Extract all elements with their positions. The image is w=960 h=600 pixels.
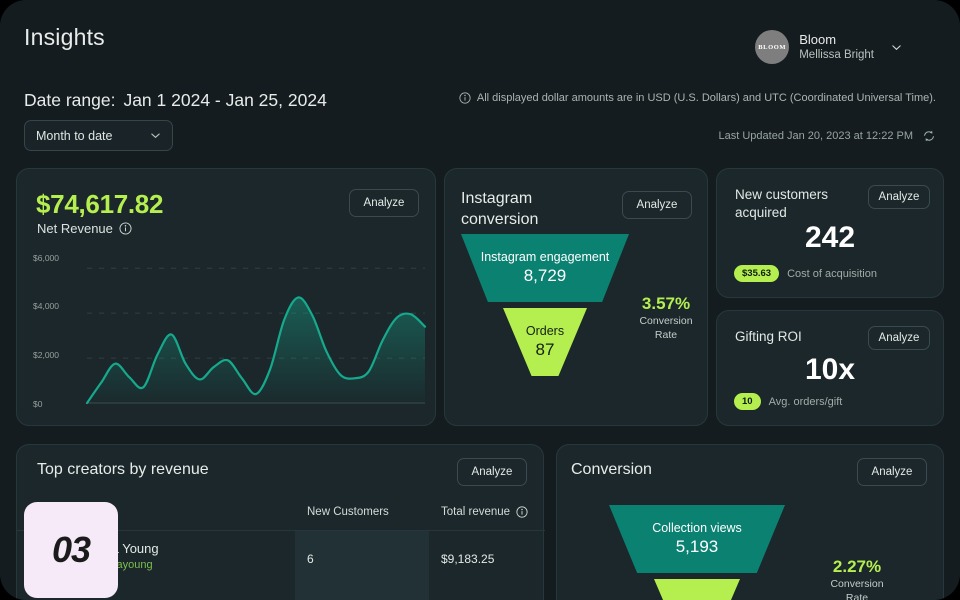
gifting-roi-value: 10x (804, 353, 856, 386)
info-icon[interactable] (516, 506, 528, 518)
cost-of-acquisition-label: Cost of acquisition (787, 267, 877, 280)
insights-dashboard: Insights BLOOM Bloom Mellissa Bright Dat… (0, 0, 960, 600)
conversion-rate-value: 3.57% (641, 294, 691, 313)
net-revenue-amount: $74,617.82 (36, 189, 164, 219)
new-customers-title: New customers acquired (735, 187, 829, 220)
conversion-rate-label-2: Rate (654, 328, 678, 341)
date-range-label: Date range: (24, 90, 116, 110)
avg-orders-per-gift-label: Avg. orders/gift (768, 395, 843, 408)
analyze-button-instagram[interactable]: Analyze (622, 191, 692, 219)
date-range-value: Jan 1 2024 - Jan 25, 2024 (123, 90, 327, 110)
account-switcher[interactable]: BLOOM Bloom Mellissa Bright (755, 30, 901, 64)
new-customers-card: New customers acquired Analyze 242 $35.6… (716, 168, 944, 298)
y-tick-label: $6,000 (33, 253, 59, 263)
chevron-down-icon (151, 133, 160, 139)
conversion-rate-label: Conversion (639, 315, 693, 327)
new-customers-value: 242 (804, 221, 856, 254)
period-select[interactable]: Month to date (24, 120, 173, 151)
column-header-total-revenue[interactable]: Total revenue (441, 506, 528, 518)
instagram-conversion-rate: 3.57% Conversion Rate (623, 294, 709, 342)
top-creators-title: Top creators by revenue (37, 461, 209, 478)
funnel-stage-name: Instagram engagement (480, 250, 610, 265)
instagram-conversion-card: Instagram conversion Analyze Instagram e… (444, 168, 708, 426)
conversion-rate-label: Conversion (830, 578, 884, 590)
analyze-button-gifting-roi[interactable]: Analyze (868, 326, 930, 350)
gifting-roi-card: Gifting ROI Analyze 10x 10 Avg. orders/g… (716, 310, 944, 426)
conversion-rate: 2.27% Conversion Rate (811, 557, 903, 600)
column-header-new-customers[interactable]: New Customers (307, 506, 389, 518)
cell-new-customers: 6 (307, 552, 314, 566)
net-revenue-label-text: Net Revenue (37, 221, 113, 236)
analyze-button-net-revenue[interactable]: Analyze (349, 189, 419, 217)
cell-total-revenue: $9,183.25 (441, 552, 495, 566)
conversion-card: Conversion Analyze Collection views 5,19… (556, 444, 944, 600)
status-badge: $35.63 (734, 265, 780, 282)
period-select-value: Month to date (36, 128, 113, 143)
funnel-stage-value: 8,729 (523, 265, 567, 285)
y-tick-label: $0 (33, 399, 43, 409)
net-revenue-card: $74,617.82 Net Revenue Analyze $6,000 $4… (16, 168, 436, 426)
info-icon (459, 92, 471, 104)
funnel-stage-instagram-engagement: Instagram engagement 8,729 (461, 234, 629, 302)
analyze-button-top-creators[interactable]: Analyze (457, 458, 527, 486)
status-badge: 10 (734, 393, 761, 410)
funnel-stage-collection-views: Collection views 5,193 (609, 505, 785, 573)
conversion-rate-value: 2.27% (832, 557, 882, 576)
analyze-button-new-customers[interactable]: Analyze (868, 185, 930, 209)
currency-notice: All displayed dollar amounts are in USD … (459, 92, 936, 104)
funnel-stage-name: Collection views (652, 521, 742, 536)
conversion-rate-label-2: Rate (845, 591, 869, 600)
net-revenue-label: Net Revenue (37, 221, 132, 236)
gifting-roi-title: Gifting ROI (735, 329, 802, 344)
analyze-button-conversion[interactable]: Analyze (857, 458, 927, 486)
account-text: Bloom Mellissa Bright (799, 31, 874, 63)
funnel-stage-value: 87 (535, 339, 555, 359)
info-icon[interactable] (119, 222, 132, 235)
chevron-down-icon[interactable] (891, 42, 902, 53)
account-brand: Bloom (799, 31, 837, 47)
instagram-conversion-title: Instagram conversion (461, 190, 539, 229)
y-tick-label: $4,000 (33, 301, 59, 311)
step-badge: 03 (24, 502, 118, 598)
last-updated-text: Last Updated Jan 20, 2023 at 12:22 PM (718, 130, 913, 142)
last-updated: Last Updated Jan 20, 2023 at 12:22 PM (719, 129, 936, 143)
conversion-title: Conversion (571, 461, 652, 478)
funnel-stage-value: 5,193 (675, 536, 719, 556)
y-tick-label: $2,000 (33, 350, 59, 360)
funnel-stage-orders: Orders 87 (503, 308, 587, 376)
avg-orders-per-gift: 10 Avg. orders/gift (734, 393, 842, 410)
account-user: Mellissa Bright (799, 48, 874, 61)
date-range: Date range: Jan 1 2024 - Jan 25, 2024 (24, 90, 327, 111)
currency-notice-text: All displayed dollar amounts are in USD … (476, 92, 936, 104)
column-header-total-revenue-label: Total revenue (441, 506, 511, 518)
cost-of-acquisition: $35.63 Cost of acquisition (734, 265, 877, 282)
funnel-stage-orders: Orders (654, 579, 740, 600)
net-revenue-chart: $6,000 $4,000 $2,000 $0 (17, 247, 437, 417)
funnel-stage-name: Orders (525, 324, 565, 339)
revenue-area-chart-svg (85, 267, 427, 405)
refresh-icon[interactable] (922, 129, 936, 143)
avatar: BLOOM (755, 30, 790, 64)
